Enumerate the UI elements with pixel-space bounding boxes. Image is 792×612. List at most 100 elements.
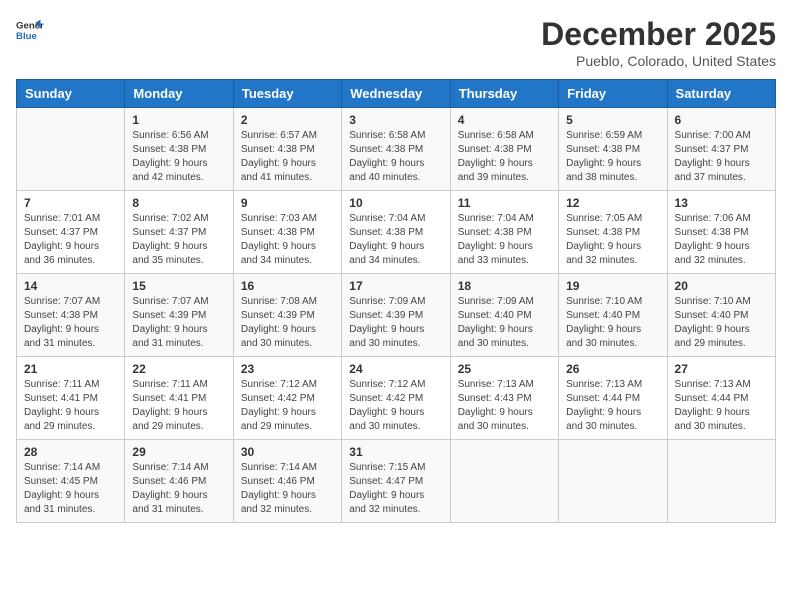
day-number: 5 <box>566 113 659 127</box>
calendar-week-3: 14Sunrise: 7:07 AMSunset: 4:38 PMDayligh… <box>17 274 776 357</box>
column-header-saturday: Saturday <box>667 80 775 108</box>
calendar-cell <box>17 108 125 191</box>
day-info: Sunrise: 6:56 AMSunset: 4:38 PMDaylight:… <box>132 129 225 185</box>
day-number: 8 <box>132 196 225 210</box>
day-info: Sunrise: 7:14 AMSunset: 4:46 PMDaylight:… <box>241 461 334 517</box>
day-info: Sunrise: 7:11 AMSunset: 4:41 PMDaylight:… <box>132 378 225 434</box>
calendar-week-4: 21Sunrise: 7:11 AMSunset: 4:41 PMDayligh… <box>17 357 776 440</box>
calendar-cell: 22 Sunrise: 7:11 AMSunset: 4:41 PMDayligh… <box>125 357 233 440</box>
column-header-monday: Monday <box>125 80 233 108</box>
day-number: 31 <box>349 445 442 459</box>
day-info: Sunrise: 7:00 AMSunset: 4:37 PMDaylight:… <box>675 129 768 185</box>
day-number: 19 <box>566 279 659 293</box>
day-number: 18 <box>458 279 551 293</box>
page-title: December 2025 <box>541 16 776 53</box>
day-number: 26 <box>566 362 659 376</box>
day-number: 6 <box>675 113 768 127</box>
day-info: Sunrise: 7:13 AMSunset: 4:44 PMDaylight:… <box>566 378 659 434</box>
day-info: Sunrise: 7:09 AMSunset: 4:40 PMDaylight:… <box>458 295 551 351</box>
day-info: Sunrise: 7:05 AMSunset: 4:38 PMDaylight:… <box>566 212 659 268</box>
header: General Blue December 2025 Pueblo, Color… <box>16 16 776 69</box>
day-number: 27 <box>675 362 768 376</box>
day-info: Sunrise: 6:57 AMSunset: 4:38 PMDaylight:… <box>241 129 334 185</box>
day-number: 1 <box>132 113 225 127</box>
calendar-cell: 12 Sunrise: 7:05 AMSunset: 4:38 PMDayligh… <box>559 191 667 274</box>
day-number: 11 <box>458 196 551 210</box>
calendar-cell: 21Sunrise: 7:11 AMSunset: 4:41 PMDayligh… <box>17 357 125 440</box>
calendar-cell: 10 Sunrise: 7:04 AMSunset: 4:38 PMDayligh… <box>342 191 450 274</box>
calendar-cell: 17Sunrise: 7:09 AMSunset: 4:39 PMDayligh… <box>342 274 450 357</box>
day-number: 14 <box>24 279 117 293</box>
calendar-cell: 26 Sunrise: 7:13 AMSunset: 4:44 PMDayligh… <box>559 357 667 440</box>
day-info: Sunrise: 7:11 AMSunset: 4:41 PMDaylight:… <box>24 378 117 434</box>
calendar-cell: 6 Sunrise: 7:00 AMSunset: 4:37 PMDaylight… <box>667 108 775 191</box>
day-number: 22 <box>132 362 225 376</box>
calendar-cell: 31 Sunrise: 7:15 AMSunset: 4:47 PMDayligh… <box>342 440 450 523</box>
day-info: Sunrise: 7:14 AMSunset: 4:45 PMDaylight:… <box>24 461 117 517</box>
day-number: 7 <box>24 196 117 210</box>
day-info: Sunrise: 6:58 AMSunset: 4:38 PMDaylight:… <box>349 129 442 185</box>
day-number: 9 <box>241 196 334 210</box>
calendar-cell: 13 Sunrise: 7:06 AMSunset: 4:38 PMDayligh… <box>667 191 775 274</box>
calendar-cell: 5 Sunrise: 6:59 AMSunset: 4:38 PMDaylight… <box>559 108 667 191</box>
calendar-cell: 30 Sunrise: 7:14 AMSunset: 4:46 PMDayligh… <box>233 440 341 523</box>
title-area: December 2025 Pueblo, Colorado, United S… <box>541 16 776 69</box>
day-info: Sunrise: 7:13 AMSunset: 4:43 PMDaylight:… <box>458 378 551 434</box>
day-info: Sunrise: 7:10 AMSunset: 4:40 PMDaylight:… <box>675 295 768 351</box>
day-number: 10 <box>349 196 442 210</box>
page-subtitle: Pueblo, Colorado, United States <box>541 53 776 69</box>
calendar-cell: 25 Sunrise: 7:13 AMSunset: 4:43 PMDayligh… <box>450 357 558 440</box>
day-number: 13 <box>675 196 768 210</box>
calendar-cell <box>559 440 667 523</box>
calendar-cell: 16 Sunrise: 7:08 AMSunset: 4:39 PMDayligh… <box>233 274 341 357</box>
day-number: 24 <box>349 362 442 376</box>
calendar-week-1: 1 Sunrise: 6:56 AMSunset: 4:38 PMDaylight… <box>17 108 776 191</box>
column-header-sunday: Sunday <box>17 80 125 108</box>
day-number: 23 <box>241 362 334 376</box>
calendar-cell: 20 Sunrise: 7:10 AMSunset: 4:40 PMDayligh… <box>667 274 775 357</box>
calendar-week-2: 7 Sunrise: 7:01 AMSunset: 4:37 PMDaylight… <box>17 191 776 274</box>
calendar-header-row: SundayMondayTuesdayWednesdayThursdayFrid… <box>17 80 776 108</box>
day-info: Sunrise: 7:15 AMSunset: 4:47 PMDaylight:… <box>349 461 442 517</box>
day-number: 3 <box>349 113 442 127</box>
calendar-cell <box>450 440 558 523</box>
day-info: Sunrise: 7:06 AMSunset: 4:38 PMDaylight:… <box>675 212 768 268</box>
svg-text:Blue: Blue <box>16 31 37 42</box>
calendar-cell: 11 Sunrise: 7:04 AMSunset: 4:38 PMDayligh… <box>450 191 558 274</box>
calendar-cell: 15Sunrise: 7:07 AMSunset: 4:39 PMDayligh… <box>125 274 233 357</box>
calendar-table: SundayMondayTuesdayWednesdayThursdayFrid… <box>16 79 776 523</box>
day-info: Sunrise: 7:01 AMSunset: 4:37 PMDaylight:… <box>24 212 117 268</box>
day-number: 12 <box>566 196 659 210</box>
logo-icon: General Blue <box>16 16 44 44</box>
calendar-cell: 27 Sunrise: 7:13 AMSunset: 4:44 PMDayligh… <box>667 357 775 440</box>
day-info: Sunrise: 6:58 AMSunset: 4:38 PMDaylight:… <box>458 129 551 185</box>
calendar-cell: 2 Sunrise: 6:57 AMSunset: 4:38 PMDaylight… <box>233 108 341 191</box>
calendar-cell: 4 Sunrise: 6:58 AMSunset: 4:38 PMDaylight… <box>450 108 558 191</box>
calendar-cell: 29 Sunrise: 7:14 AMSunset: 4:46 PMDayligh… <box>125 440 233 523</box>
day-number: 20 <box>675 279 768 293</box>
day-info: Sunrise: 7:08 AMSunset: 4:39 PMDaylight:… <box>241 295 334 351</box>
day-info: Sunrise: 7:14 AMSunset: 4:46 PMDaylight:… <box>132 461 225 517</box>
day-number: 30 <box>241 445 334 459</box>
column-header-friday: Friday <box>559 80 667 108</box>
day-info: Sunrise: 7:13 AMSunset: 4:44 PMDaylight:… <box>675 378 768 434</box>
calendar-cell: 28Sunrise: 7:14 AMSunset: 4:45 PMDayligh… <box>17 440 125 523</box>
calendar-cell: 24Sunrise: 7:12 AMSunset: 4:42 PMDayligh… <box>342 357 450 440</box>
day-info: Sunrise: 7:04 AMSunset: 4:38 PMDaylight:… <box>349 212 442 268</box>
calendar-cell: 14Sunrise: 7:07 AMSunset: 4:38 PMDayligh… <box>17 274 125 357</box>
day-number: 25 <box>458 362 551 376</box>
column-header-tuesday: Tuesday <box>233 80 341 108</box>
column-header-wednesday: Wednesday <box>342 80 450 108</box>
calendar-week-5: 28Sunrise: 7:14 AMSunset: 4:45 PMDayligh… <box>17 440 776 523</box>
day-info: Sunrise: 7:04 AMSunset: 4:38 PMDaylight:… <box>458 212 551 268</box>
day-number: 29 <box>132 445 225 459</box>
day-number: 17 <box>349 279 442 293</box>
day-info: Sunrise: 7:07 AMSunset: 4:39 PMDaylight:… <box>132 295 225 351</box>
day-number: 16 <box>241 279 334 293</box>
day-number: 4 <box>458 113 551 127</box>
day-info: Sunrise: 6:59 AMSunset: 4:38 PMDaylight:… <box>566 129 659 185</box>
day-number: 2 <box>241 113 334 127</box>
calendar-cell: 9Sunrise: 7:03 AMSunset: 4:38 PMDaylight… <box>233 191 341 274</box>
calendar-cell: 7 Sunrise: 7:01 AMSunset: 4:37 PMDaylight… <box>17 191 125 274</box>
calendar-body: 1 Sunrise: 6:56 AMSunset: 4:38 PMDaylight… <box>17 108 776 523</box>
